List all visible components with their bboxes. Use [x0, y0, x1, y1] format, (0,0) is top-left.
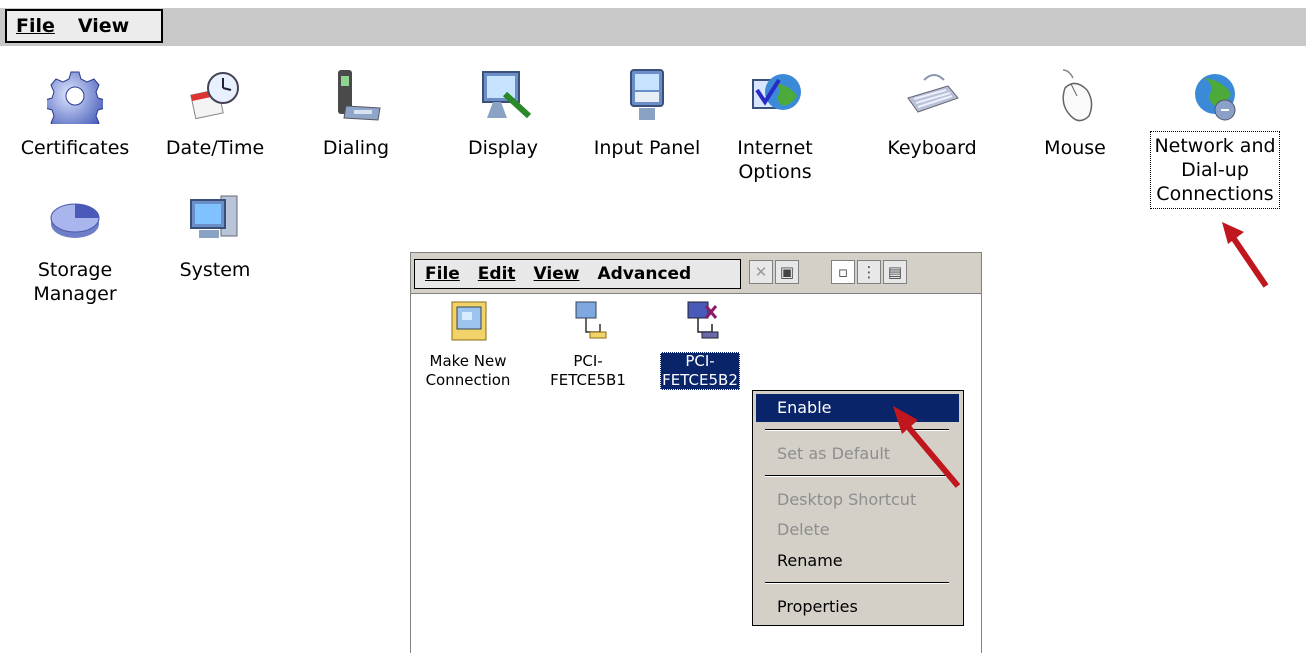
annotation-arrows — [893, 222, 1269, 488]
arrow-to-network-connections — [1222, 222, 1269, 288]
arrow-to-enable — [893, 406, 961, 488]
